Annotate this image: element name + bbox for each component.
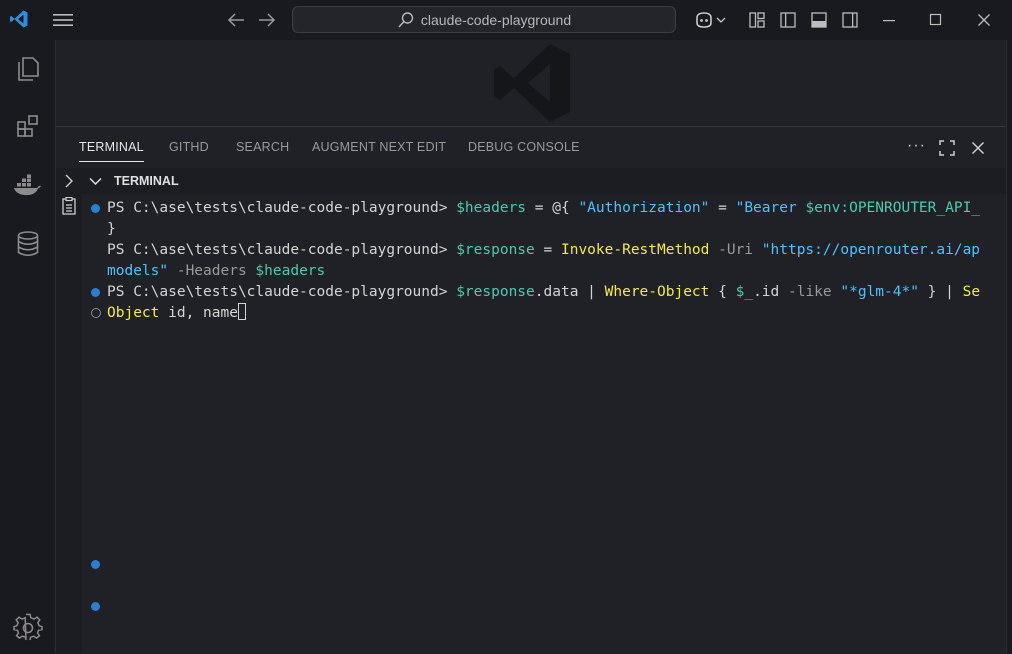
more-actions-button[interactable]: ···	[907, 137, 926, 155]
maximize-icon[interactable]	[925, 9, 947, 31]
vscode-logo-icon	[8, 8, 30, 30]
terminal-line: PS C:\ase\tests\claude-code-playground> …	[107, 284, 981, 300]
back-arrow-icon[interactable]	[225, 9, 247, 31]
search-text: claude-code-playground	[420, 11, 572, 28]
terminal-line: }	[107, 221, 116, 237]
right-border	[1006, 40, 1012, 653]
terminal-line: PS C:\ase\tests\claude-code-playground> …	[107, 242, 981, 258]
close-window-icon[interactable]	[973, 9, 995, 31]
tab-debug-console[interactable]: DEBUG CONSOLE	[468, 140, 580, 154]
command-center-search[interactable]: claude-code-playground	[292, 6, 676, 33]
docker-icon[interactable]	[0, 166, 56, 206]
terminal-section-title: TERMINAL	[114, 174, 179, 188]
terminal-section-header[interactable]: TERMINAL	[82, 168, 1006, 194]
tab-githd[interactable]: GITHD	[169, 140, 209, 154]
toggle-secondary-sidebar-icon[interactable]	[839, 9, 861, 31]
extensions-icon[interactable]	[0, 106, 56, 146]
database-icon[interactable]	[0, 224, 56, 264]
terminal-output[interactable]: PS C:\ase\tests\claude-code-playground> …	[82, 194, 1006, 654]
command-success-dot	[91, 288, 100, 297]
terminal-cursor	[237, 303, 246, 320]
command-pending-dot	[91, 308, 101, 318]
terminal-input-line[interactable]: Object id, name	[107, 303, 246, 324]
copilot-icon[interactable]	[692, 9, 728, 31]
settings-gear-icon[interactable]	[0, 608, 56, 648]
editor-area	[56, 40, 1012, 126]
terminal-line: models" -Headers $headers	[107, 263, 326, 279]
activity-bar	[0, 40, 56, 653]
bottom-panel: TERMINAL GITHD SEARCH AUGMENT NEXT EDIT …	[56, 126, 1006, 654]
chevron-down-icon[interactable]	[88, 174, 102, 188]
minimize-icon[interactable]	[878, 9, 900, 31]
chevron-right-icon[interactable]	[60, 171, 78, 191]
terminal-side-strip	[56, 168, 82, 654]
close-panel-icon[interactable]	[967, 137, 989, 159]
panel-tabs: TERMINAL GITHD SEARCH AUGMENT NEXT EDIT …	[56, 127, 1006, 167]
tab-search[interactable]: SEARCH	[236, 140, 289, 154]
terminal-session-icon[interactable]	[59, 195, 79, 217]
terminal-line: PS C:\ase\tests\claude-code-playground> …	[107, 200, 981, 216]
command-marker-dot	[91, 602, 100, 611]
customize-layout-icon[interactable]	[746, 9, 768, 31]
toggle-panel-icon[interactable]	[808, 9, 830, 31]
panel-actions: ···	[907, 137, 926, 155]
tab-terminal[interactable]: TERMINAL	[79, 140, 144, 162]
search-icon	[397, 11, 415, 29]
maximize-panel-icon[interactable]	[936, 137, 958, 159]
title-bar: claude-code-playground	[0, 0, 1012, 40]
menu-icon[interactable]	[51, 10, 75, 30]
explorer-icon[interactable]	[0, 48, 56, 88]
vscode-watermark-icon	[490, 40, 576, 131]
tab-augment-next-edit[interactable]: AUGMENT NEXT EDIT	[312, 140, 446, 154]
command-success-dot	[91, 204, 100, 213]
forward-arrow-icon[interactable]	[256, 9, 278, 31]
toggle-primary-sidebar-icon[interactable]	[777, 9, 799, 31]
command-marker-dot	[91, 560, 100, 569]
